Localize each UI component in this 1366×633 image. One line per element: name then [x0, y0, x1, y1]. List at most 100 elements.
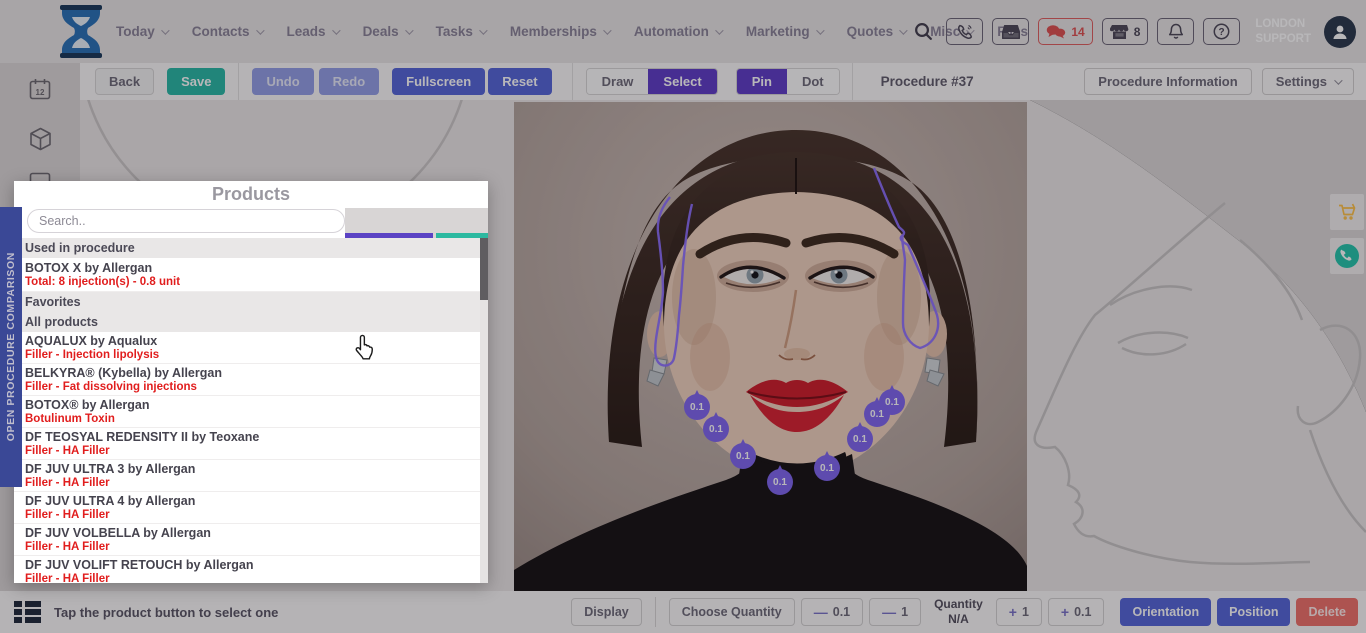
save-button[interactable]: Save — [167, 68, 225, 95]
menu-item-contacts[interactable]: Contacts — [192, 24, 262, 39]
chevron-down-icon — [816, 26, 824, 34]
cube-icon[interactable] — [29, 127, 52, 151]
products-panel: Products Used in procedure BOTOX X by Al… — [14, 181, 488, 583]
chevron-down-icon — [405, 26, 413, 34]
back-button[interactable]: Back — [95, 68, 154, 95]
product-list-item[interactable]: DF JUV VOLIFT RETOUCH by AllerganFiller … — [14, 556, 488, 583]
bottom-hint-text: Tap the product button to select one — [54, 605, 278, 620]
menu-item-today[interactable]: Today — [116, 24, 167, 39]
product-detail: Filler - Injection lipolysis — [25, 349, 478, 362]
minus-0.1-button[interactable]: — 0.1 — [801, 598, 863, 626]
product-list-item[interactable]: DF JUV ULTRA 3 by AllerganFiller - HA Fi… — [14, 460, 488, 492]
pin-value: 0.1 — [820, 463, 834, 474]
menu-item-leads[interactable]: Leads — [287, 24, 338, 39]
injection-pin[interactable]: 0.1 — [703, 416, 729, 442]
pin-value: 0.1 — [690, 402, 704, 413]
pin-value: 0.1 — [773, 477, 787, 488]
step-value: 1 — [901, 605, 908, 619]
pin-mode-button[interactable]: Pin — [737, 69, 787, 94]
dot-mode-button[interactable]: Dot — [787, 69, 839, 94]
select-mode-button[interactable]: Select — [648, 69, 716, 94]
product-list-item[interactable]: BOTOX® by AllerganBotulinum Toxin — [14, 396, 488, 428]
draw-select-toggle: Draw Select — [586, 68, 718, 95]
chevron-down-icon — [256, 26, 264, 34]
injection-pin[interactable]: 0.1 — [847, 426, 873, 452]
tab-indicator-purple[interactable] — [345, 208, 433, 238]
open-procedure-comparison-ribbon[interactable]: OPEN PROCEDURE COMPARISON — [0, 207, 22, 487]
product-detail: Filler - HA Filler — [25, 573, 478, 583]
undo-button[interactable]: Undo — [252, 68, 313, 95]
menu-item-memberships[interactable]: Memberships — [510, 24, 609, 39]
phone-button[interactable] — [946, 18, 983, 45]
menu-item-quotes[interactable]: Quotes — [847, 24, 906, 39]
chevron-down-icon — [603, 26, 611, 34]
injection-pin[interactable]: 0.1 — [684, 394, 710, 420]
step-value: 0.1 — [833, 605, 850, 619]
scrollbar-thumb[interactable] — [480, 238, 488, 300]
products-scrollbar[interactable] — [480, 238, 488, 583]
products-search-row — [14, 208, 488, 238]
choose-quantity-button[interactable]: Choose Quantity — [669, 598, 795, 626]
location-label: LONDON SUPPORT — [1255, 17, 1311, 47]
procedure-information-button[interactable]: Procedure Information — [1084, 68, 1251, 95]
redo-button[interactable]: Redo — [319, 68, 380, 95]
search-icon[interactable] — [913, 21, 934, 42]
position-button[interactable]: Position — [1217, 598, 1290, 626]
store-count-badge: 8 — [1134, 25, 1141, 39]
delete-button[interactable]: Delete — [1296, 598, 1358, 626]
product-detail: Filler - HA Filler — [25, 509, 478, 522]
chat-float-button[interactable] — [1330, 238, 1364, 274]
store-button[interactable]: 8 — [1102, 18, 1149, 45]
inbox-button[interactable] — [992, 18, 1029, 45]
ribbon-label: OPEN PROCEDURE COMPARISON — [5, 252, 17, 441]
quantity-controls: Display Choose Quantity — 0.1 — 1 Quanti… — [571, 597, 1358, 627]
menu-item-label: Tasks — [436, 24, 473, 39]
display-button[interactable]: Display — [571, 598, 641, 626]
help-button[interactable]: ? — [1203, 18, 1240, 45]
grid-icon[interactable] — [14, 601, 41, 623]
product-name: BELKYRA® (Kybella) by Allergan — [25, 366, 478, 381]
product-list-item[interactable]: DF TEOSYAL REDENSITY II by TeoxaneFiller… — [14, 428, 488, 460]
notifications-button[interactable] — [1157, 18, 1194, 45]
pin-value: 0.1 — [853, 434, 867, 445]
draw-mode-button[interactable]: Draw — [587, 69, 649, 94]
product-name: DF JUV VOLBELLA by Allergan — [25, 526, 478, 541]
product-list-item[interactable]: DF JUV ULTRA 4 by AllerganFiller - HA Fi… — [14, 492, 488, 524]
product-list-item[interactable]: DF JUV VOLBELLA by AllerganFiller - HA F… — [14, 524, 488, 556]
phone-icon — [957, 24, 973, 40]
menu-item-tasks[interactable]: Tasks — [436, 24, 485, 39]
menu-item-deals[interactable]: Deals — [363, 24, 411, 39]
menu-item-label: Today — [116, 24, 155, 39]
patient-photo[interactable]: 0.10.10.10.10.10.10.10.1 — [514, 102, 1027, 591]
cart-float-button[interactable] — [1330, 194, 1364, 230]
pin-dot-toggle: Pin Dot — [736, 68, 840, 95]
chevron-down-icon — [332, 26, 340, 34]
product-list-item[interactable]: AQUALUX by AqualuxFiller - Injection lip… — [14, 332, 488, 364]
chat-count-badge: 14 — [1071, 25, 1084, 39]
product-detail: Filler - HA Filler — [25, 477, 478, 490]
plus-1-button[interactable]: + 1 — [996, 598, 1042, 626]
injection-pin[interactable]: 0.1 — [767, 469, 793, 495]
fullscreen-button[interactable]: Fullscreen — [392, 68, 485, 95]
chat-notifications-button[interactable]: 14 — [1038, 18, 1092, 45]
tab-indicator-teal[interactable] — [436, 208, 488, 238]
product-list-item[interactable]: BELKYRA® (Kybella) by AllerganFiller - F… — [14, 364, 488, 396]
injection-pin[interactable]: 0.1 — [879, 389, 905, 415]
menu-item-label: Deals — [363, 24, 399, 39]
injection-pin[interactable]: 0.1 — [730, 443, 756, 469]
plus-0.1-button[interactable]: + 0.1 — [1048, 598, 1105, 626]
menu-item-automation[interactable]: Automation — [634, 24, 721, 39]
calendar-icon[interactable]: 12 — [29, 78, 51, 100]
chevron-down-icon — [1334, 76, 1342, 84]
reset-button[interactable]: Reset — [488, 68, 551, 95]
settings-button[interactable]: Settings — [1262, 68, 1354, 95]
orientation-button[interactable]: Orientation — [1120, 598, 1211, 626]
product-list-item[interactable]: BOTOX X by AllerganTotal: 8 injection(s)… — [14, 258, 488, 292]
injection-pin[interactable]: 0.1 — [814, 455, 840, 481]
app-logo-icon[interactable] — [58, 5, 104, 58]
menu-item-label: Marketing — [746, 24, 810, 39]
user-avatar[interactable] — [1324, 16, 1356, 48]
products-search-input[interactable] — [27, 209, 345, 233]
menu-item-marketing[interactable]: Marketing — [746, 24, 822, 39]
minus-1-button[interactable]: — 1 — [869, 598, 921, 626]
